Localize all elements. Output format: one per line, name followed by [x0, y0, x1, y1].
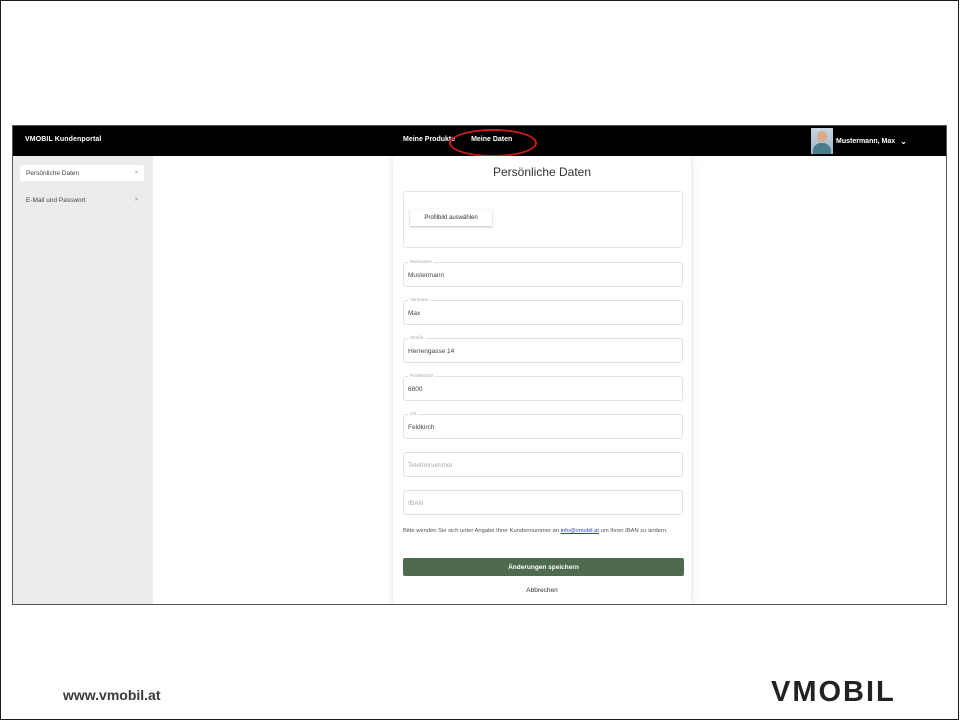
postal-code-field: Postleitzahl — [403, 373, 683, 401]
select-profile-picture-button[interactable]: Profilbild auswählen — [410, 209, 492, 226]
field-label: Straße — [408, 335, 426, 340]
chevron-down-icon: ⌄ — [900, 136, 907, 146]
top-navigation-bar: VMOBIL Kundenportal Meine Produkte Meine… — [13, 126, 946, 157]
footer-url: www.vmobil.at — [63, 687, 161, 703]
portal-screenshot: VMOBIL Kundenportal Meine Produkte Meine… — [12, 125, 947, 605]
field-label: Postleitzahl — [408, 373, 436, 378]
user-menu[interactable]: Mustermann, Max ⌄ — [811, 127, 907, 155]
personal-data-form: Persönliche Daten Profilbild auswählen N… — [393, 156, 691, 604]
phone-field — [403, 452, 683, 477]
iban-field — [403, 490, 683, 515]
first-name-field: Vorname — [403, 297, 683, 325]
sidebar-item-persoenliche-daten[interactable]: Persönliche Daten > — [20, 165, 144, 181]
chevron-right-icon: > — [134, 170, 138, 176]
street-input[interactable] — [408, 345, 676, 357]
chevron-right-icon: > — [134, 197, 138, 203]
city-field: Ort — [403, 411, 683, 439]
support-email-link[interactable]: info@vmobil.at — [561, 528, 599, 534]
sidebar-item-label: E-Mail und Passwort — [26, 196, 86, 204]
save-changes-button[interactable]: Änderungen speichern — [403, 558, 684, 576]
highlight-circle — [449, 129, 537, 157]
last-name-field: Nachname — [403, 259, 683, 287]
info-text-start: Bitte wenden Sie sich unter Angabe Ihrer… — [403, 528, 561, 534]
info-text-end: um Ihren IBAN zu ändern. — [599, 528, 668, 534]
postal-code-input[interactable] — [408, 383, 676, 395]
city-input[interactable] — [408, 421, 676, 433]
nav-meine-produkte[interactable]: Meine Produkte — [403, 136, 455, 143]
portal-brand[interactable]: VMOBIL Kundenportal — [25, 136, 101, 143]
first-name-input[interactable] — [408, 307, 676, 319]
phone-input[interactable] — [408, 459, 676, 471]
iban-input[interactable] — [408, 497, 676, 509]
last-name-input[interactable] — [408, 269, 676, 281]
field-label: Nachname — [408, 259, 434, 264]
user-name: Mustermann, Max — [836, 137, 896, 145]
profile-picture-box: Profilbild auswählen — [403, 191, 683, 248]
sidebar-item-email-passwort[interactable]: E-Mail und Passwort > — [20, 192, 144, 208]
iban-info-text: Bitte wenden Sie sich unter Angabe Ihrer… — [403, 527, 685, 536]
sidebar-item-label: Persönliche Daten — [26, 169, 80, 177]
avatar — [811, 128, 833, 154]
vmobil-logo: VMOBIL — [771, 676, 896, 708]
cancel-link[interactable]: Abbrechen — [393, 587, 691, 594]
field-label: Ort — [408, 411, 419, 416]
form-title: Persönliche Daten — [492, 165, 592, 179]
street-field: Straße — [403, 335, 683, 363]
sidebar: Persönliche Daten > E-Mail und Passwort … — [13, 156, 153, 604]
field-label: Vorname — [408, 297, 431, 302]
